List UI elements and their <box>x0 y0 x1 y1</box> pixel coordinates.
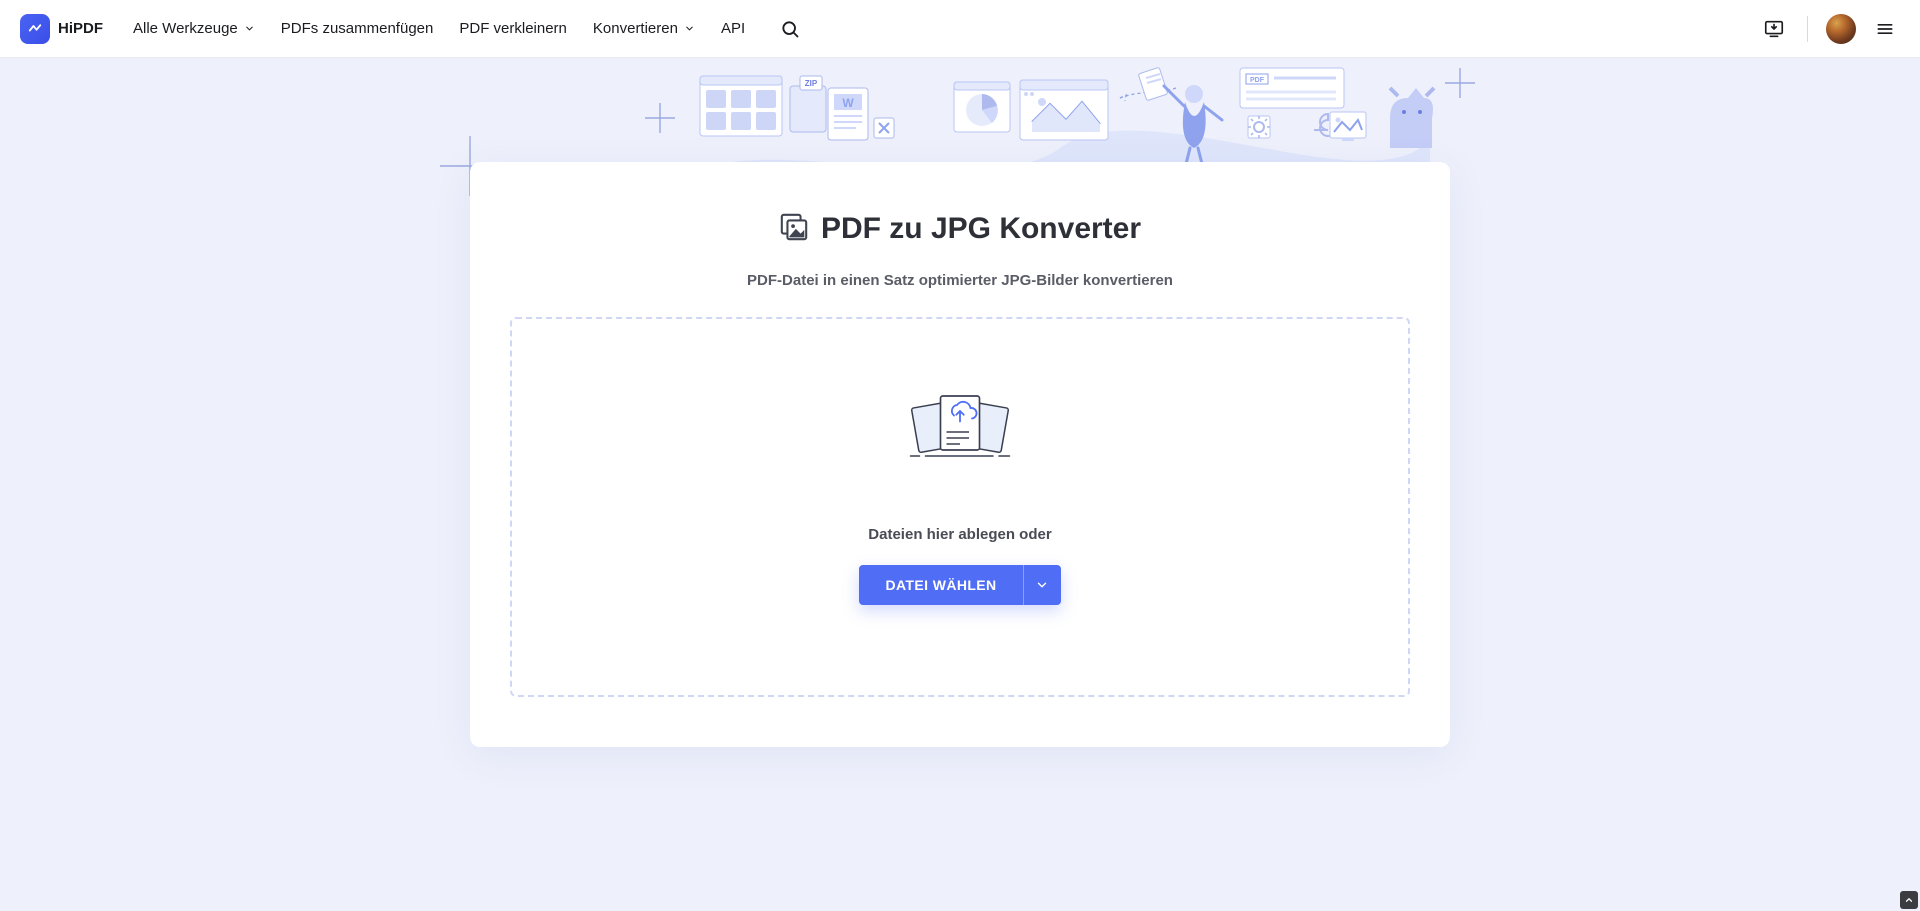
app-header: HiPDF Alle Werkzeuge PDFs zusammenfügen … <box>0 0 1920 58</box>
choose-file-dropdown[interactable] <box>1023 565 1061 605</box>
brand-logo[interactable]: HiPDF <box>20 14 103 44</box>
header-right <box>1759 14 1900 44</box>
menu-button[interactable] <box>1870 14 1900 44</box>
chevron-down-icon <box>244 23 255 34</box>
hamburger-icon <box>1875 19 1895 39</box>
separator <box>1807 16 1808 42</box>
svg-text:PDF: PDF <box>1250 77 1265 84</box>
hero-illustration: ZIP W <box>0 58 1920 168</box>
nav-all-tools[interactable]: Alle Werkzeuge <box>133 20 255 37</box>
scroll-to-top-button[interactable] <box>1900 891 1918 909</box>
search-icon <box>780 19 800 39</box>
choose-file-button[interactable]: DATEI WÄHLEN <box>859 565 1022 605</box>
nav-all-tools-label: Alle Werkzeuge <box>133 20 238 37</box>
dropzone-hint: Dateien hier ablegen oder <box>868 526 1051 543</box>
nav-merge-pdf[interactable]: PDFs zusammenfügen <box>281 20 434 37</box>
svg-text:W: W <box>842 96 854 110</box>
brand-mark-icon <box>20 14 50 44</box>
card-header: PDF zu JPG Konverter PDF-Datei in einen … <box>510 192 1410 289</box>
svg-text:ZIP: ZIP <box>805 79 818 88</box>
choose-file-label: DATEI WÄHLEN <box>885 577 996 593</box>
upload-illustration-icon <box>900 389 1020 474</box>
nav-compress-pdf[interactable]: PDF verkleinern <box>459 20 567 37</box>
nav-convert-label: Konvertieren <box>593 20 678 37</box>
user-avatar[interactable] <box>1826 14 1856 44</box>
brand-name: HiPDF <box>58 20 103 37</box>
nav-api-label: API <box>721 20 745 37</box>
chevron-up-icon <box>1904 895 1914 905</box>
chevron-down-icon <box>684 23 695 34</box>
choose-file-group: DATEI WÄHLEN <box>859 565 1060 605</box>
main-nav: Alle Werkzeuge PDFs zusammenfügen PDF ve… <box>133 14 805 44</box>
download-desktop-button[interactable] <box>1759 14 1789 44</box>
chevron-down-icon <box>1035 578 1049 592</box>
pdf-to-image-icon <box>779 212 809 247</box>
search-button[interactable] <box>775 14 805 44</box>
dropzone[interactable]: Dateien hier ablegen oder DATEI WÄHLEN <box>510 317 1410 697</box>
page-title: PDF zu JPG Konverter <box>821 212 1141 246</box>
nav-convert[interactable]: Konvertieren <box>593 20 695 37</box>
page-subtitle: PDF-Datei in einen Satz optimierter JPG-… <box>747 272 1173 289</box>
tool-card: PDF zu JPG Konverter PDF-Datei in einen … <box>470 162 1450 747</box>
download-icon <box>1763 18 1785 40</box>
nav-compress-pdf-label: PDF verkleinern <box>459 20 567 37</box>
page-body: ZIP W <box>0 58 1920 911</box>
nav-api[interactable]: API <box>721 20 745 37</box>
nav-merge-pdf-label: PDFs zusammenfügen <box>281 20 434 37</box>
